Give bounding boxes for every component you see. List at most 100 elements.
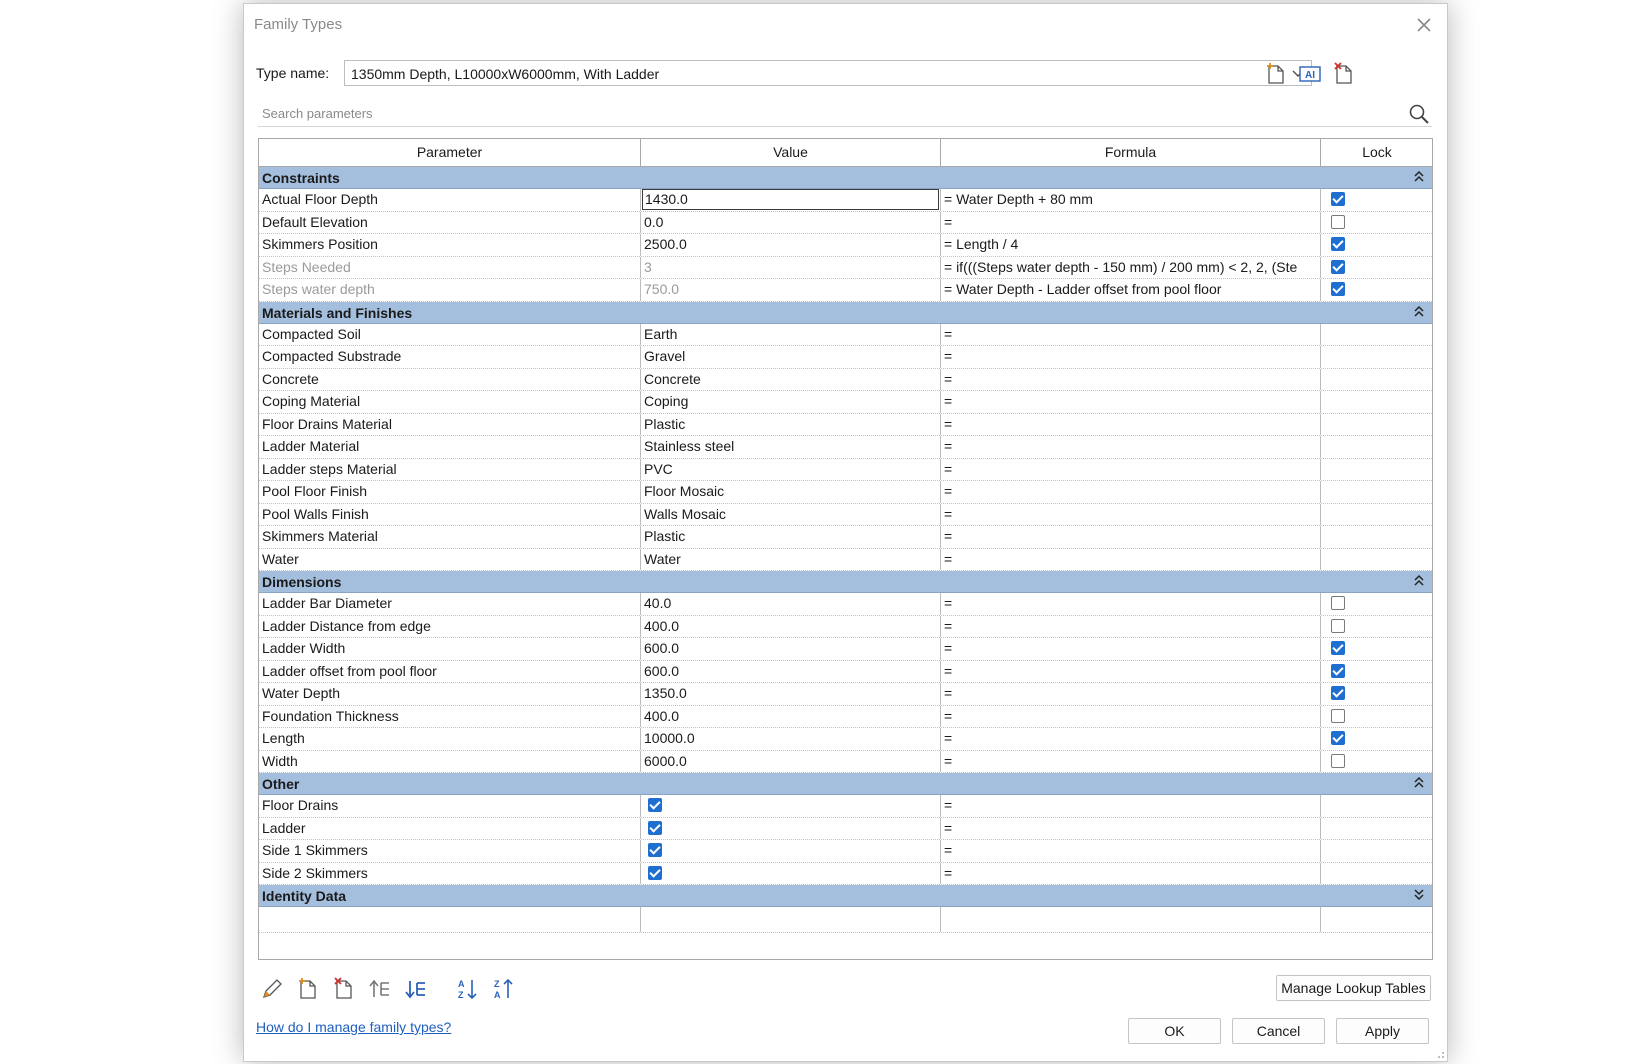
lock-cell[interactable] [1321,279,1432,301]
parameter-name[interactable]: Ladder Bar Diameter [259,593,641,615]
lock-checkbox[interactable] [1331,237,1345,251]
parameter-row[interactable]: Default Elevation 0.0 = [259,211,1432,234]
value-checkbox[interactable] [648,865,662,880]
parameter-name[interactable]: Actual Floor Depth [259,189,641,211]
lock-cell[interactable] [1321,391,1432,413]
parameter-formula[interactable]: = [941,436,1321,458]
column-header-parameter[interactable]: Parameter [259,139,641,166]
lock-checkbox[interactable] [1331,686,1345,700]
parameter-name[interactable]: Foundation Thickness [259,705,641,727]
parameter-formula[interactable]: = [941,368,1321,390]
lock-cell[interactable] [1321,436,1432,458]
parameter-value-cell[interactable]: Water [641,548,941,570]
collapse-icon[interactable] [1412,305,1426,319]
parameter-row[interactable]: Side 1 Skimmers = [259,840,1432,863]
parameter-name[interactable]: Width [259,750,641,772]
parameter-row[interactable]: Steps Needed 3 = if(((Steps water depth - … [259,256,1432,279]
parameter-formula[interactable]: = [941,660,1321,682]
lock-cell[interactable] [1321,661,1432,683]
parameter-name[interactable]: Default Elevation [259,211,641,233]
parameter-row[interactable]: Length 10000.0 = [259,728,1432,751]
parameter-row[interactable]: Compacted Substrade Gravel = [259,346,1432,369]
parameter-row[interactable]: Foundation Thickness 400.0 = [259,705,1432,728]
parameter-name[interactable]: Ladder Width [259,638,641,660]
parameter-name[interactable]: Side 1 Skimmers [259,840,641,862]
parameter-formula[interactable]: = if(((Steps water depth - 150 mm) / 200… [941,256,1321,278]
parameter-formula[interactable]: = [941,323,1321,345]
parameter-formula[interactable]: = Water Depth - Ladder offset from pool … [941,279,1321,301]
lock-cell[interactable] [1321,795,1432,817]
lock-checkbox[interactable] [1331,641,1345,655]
parameter-name[interactable]: Length [259,728,641,750]
lock-checkbox[interactable] [1331,618,1345,633]
parameter-row[interactable]: Coping Material Coping = [259,391,1432,414]
parameter-row[interactable]: Skimmers Position 2500.0 = Length / 4 [259,234,1432,257]
parameter-formula[interactable]: = [941,548,1321,570]
group-header[interactable]: Identity Data [259,885,1432,907]
lock-checkbox[interactable] [1331,753,1345,768]
parameter-formula[interactable]: = [941,346,1321,368]
lock-checkbox[interactable] [1331,192,1345,206]
parameter-formula[interactable]: = [941,526,1321,548]
parameter-value-cell[interactable]: 1430.0 [641,189,941,211]
parameter-value-cell[interactable]: Coping [641,391,941,413]
lock-cell[interactable] [1321,257,1432,279]
type-name-dropdown[interactable]: 1350mm Depth, L10000xW6000mm, With Ladde… [344,60,1312,86]
parameter-formula[interactable]: = [941,750,1321,772]
parameter-value-cell[interactable]: Floor Mosaic [641,481,941,503]
parameter-formula[interactable]: = [941,503,1321,525]
lock-checkbox[interactable] [1331,663,1345,678]
parameter-value-cell[interactable]: 6000.0 [641,750,941,772]
sort-descending-icon[interactable]: Z A [492,977,516,1001]
parameter-row[interactable]: Concrete Concrete = [259,368,1432,391]
parameter-name[interactable]: Compacted Soil [259,323,641,345]
parameter-name[interactable]: Side 2 Skimmers [259,862,641,884]
parameter-value-cell[interactable]: Plastic [641,413,941,435]
parameter-name[interactable]: Pool Floor Finish [259,481,641,503]
lock-checkbox[interactable] [1331,214,1345,229]
lock-cell[interactable] [1321,414,1432,436]
search-icon[interactable] [1408,103,1430,125]
lock-cell[interactable] [1321,751,1432,773]
ok-button[interactable]: OK [1128,1018,1221,1044]
collapse-icon[interactable] [1412,170,1426,184]
parameter-name[interactable]: Steps Needed [259,256,641,278]
parameter-value-cell[interactable]: 600.0 [641,638,941,660]
parameter-formula[interactable]: = [941,615,1321,637]
parameter-row[interactable]: Water Water = [259,548,1432,571]
parameter-name[interactable]: Ladder Material [259,436,641,458]
parameter-value-cell[interactable] [641,817,941,839]
lock-checkbox[interactable] [1331,282,1345,296]
collapse-icon[interactable] [1412,776,1426,790]
column-header-value[interactable]: Value [641,139,941,166]
sort-ascending-icon[interactable]: A Z [456,977,480,1001]
column-header-formula[interactable]: Formula [941,139,1321,166]
parameter-formula[interactable]: = [941,795,1321,817]
parameter-name[interactable]: Steps water depth [259,279,641,301]
lock-cell[interactable] [1321,346,1432,368]
parameter-row[interactable]: Side 2 Skimmers = [259,862,1432,885]
parameter-formula[interactable]: = [941,458,1321,480]
parameter-row[interactable]: Compacted Soil Earth = [259,323,1432,346]
lock-checkbox[interactable] [1331,596,1345,610]
parameter-row[interactable]: Floor Drains Material Plastic = [259,413,1432,436]
lock-cell[interactable] [1321,324,1432,346]
lock-cell[interactable] [1321,840,1432,862]
parameter-row[interactable]: Floor Drains = [259,795,1432,818]
parameter-row[interactable]: Ladder Width 600.0 = [259,638,1432,661]
lock-cell[interactable] [1321,728,1432,750]
parameter-name[interactable]: Pool Walls Finish [259,503,641,525]
move-up-icon[interactable] [368,977,392,1001]
lock-cell[interactable] [1321,459,1432,481]
move-down-icon[interactable] [404,977,428,1001]
parameter-name[interactable]: Water [259,548,641,570]
lock-checkbox[interactable] [1331,731,1345,745]
lock-cell[interactable] [1321,234,1432,256]
manage-lookup-tables-button[interactable]: Manage Lookup Tables [1276,975,1431,1001]
lock-checkbox[interactable] [1331,259,1345,274]
lock-cell[interactable] [1321,683,1432,705]
parameter-formula[interactable]: = [941,391,1321,413]
parameter-value-cell[interactable]: 40.0 [641,593,941,615]
value-checkbox[interactable] [648,820,662,835]
lock-cell[interactable] [1321,549,1432,571]
